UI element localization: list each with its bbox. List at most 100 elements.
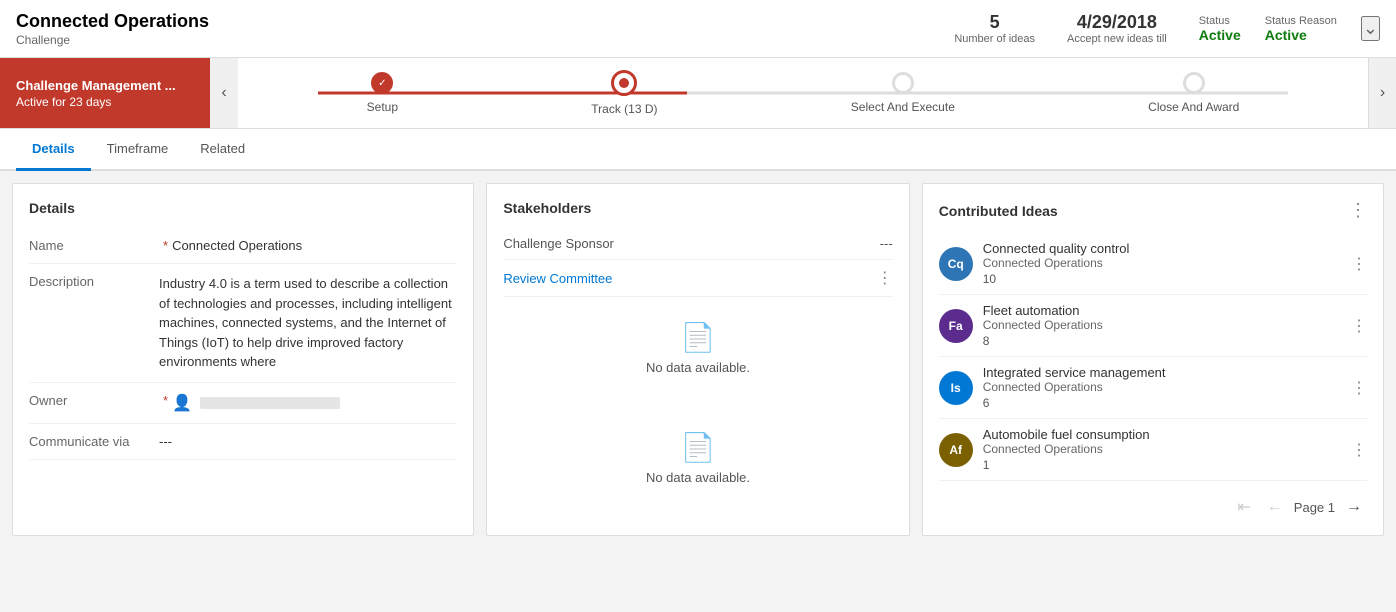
date-value: 4/29/2018 bbox=[1067, 12, 1167, 33]
idea-info: Connected quality control Connected Oper… bbox=[983, 241, 1341, 286]
sponsor-row: Challenge Sponsor --- bbox=[503, 228, 892, 260]
name-required-star: * bbox=[163, 238, 168, 253]
idea-title: Connected quality control bbox=[983, 241, 1341, 256]
idea-count: 10 bbox=[983, 272, 1341, 286]
status-reason-block: Status Reason Active bbox=[1265, 15, 1337, 43]
idea-avatar: Fa bbox=[939, 309, 973, 343]
idea-more-icon[interactable]: ⋮ bbox=[1351, 378, 1367, 398]
tab-details[interactable]: Details bbox=[16, 129, 91, 171]
idea-title: Integrated service management bbox=[983, 365, 1341, 380]
idea-more-icon[interactable]: ⋮ bbox=[1351, 440, 1367, 460]
step-circle-close bbox=[1183, 72, 1205, 94]
idea-more-icon[interactable]: ⋮ bbox=[1351, 254, 1367, 274]
review-committee-link[interactable]: Review Committee bbox=[503, 271, 612, 286]
status-value: Active bbox=[1199, 27, 1241, 43]
pagination-next-button[interactable]: → bbox=[1341, 496, 1367, 518]
app-title: Connected Operations bbox=[16, 11, 209, 32]
field-row-name: Name * Connected Operations bbox=[29, 228, 457, 264]
checkmark-icon: ✓ bbox=[378, 78, 386, 89]
progress-next-button[interactable]: › bbox=[1368, 58, 1396, 128]
idea-info: Fleet automation Connected Operations 8 bbox=[983, 303, 1341, 348]
ideas-count-label: Number of ideas bbox=[954, 33, 1035, 45]
field-row-communicate: Communicate via --- bbox=[29, 424, 457, 460]
list-item: Is Integrated service management Connect… bbox=[939, 357, 1367, 419]
idea-subtitle: Connected Operations bbox=[983, 442, 1341, 456]
progress-track: ✓ Setup Track (13 D) Select And Execute … bbox=[238, 58, 1368, 128]
stakeholders-card-title: Stakeholders bbox=[503, 200, 892, 216]
challenge-badge[interactable]: Challenge Management ... Active for 23 d… bbox=[0, 58, 210, 128]
idea-subtitle: Connected Operations bbox=[983, 380, 1341, 394]
details-card: Details Name * Connected Operations Desc… bbox=[12, 183, 474, 536]
stakeholders-card: Stakeholders Challenge Sponsor --- Revie… bbox=[486, 183, 909, 536]
ideas-card: Contributed Ideas ⋮ Cq Connected quality… bbox=[922, 183, 1384, 536]
idea-count: 6 bbox=[983, 396, 1341, 410]
tab-timeframe[interactable]: Timeframe bbox=[91, 129, 185, 171]
idea-info: Integrated service management Connected … bbox=[983, 365, 1341, 410]
owner-blur bbox=[200, 397, 340, 409]
date-stat: 4/29/2018 Accept new ideas till bbox=[1067, 12, 1167, 45]
step-label-select: Select And Execute bbox=[851, 100, 955, 114]
name-value: Connected Operations bbox=[172, 238, 457, 253]
review-committee-no-data: 📄 No data available. bbox=[503, 297, 892, 399]
status-reason-value: Active bbox=[1265, 27, 1337, 43]
person-icon: 👤 bbox=[172, 393, 192, 413]
header-status-block: Status Active Status Reason Active ⌄ bbox=[1199, 15, 1380, 43]
sponsor-value: --- bbox=[880, 236, 893, 251]
tab-related[interactable]: Related bbox=[184, 129, 261, 171]
details-card-title: Details bbox=[29, 200, 457, 216]
stakeholders-no-data: 📄 No data available. bbox=[503, 407, 892, 509]
header-title-block: Connected Operations Challenge bbox=[16, 11, 209, 47]
description-label: Description bbox=[29, 274, 159, 289]
description-value: Industry 4.0 is a term used to describe … bbox=[159, 274, 457, 372]
idea-title: Fleet automation bbox=[983, 303, 1341, 318]
step-circle-track bbox=[611, 70, 637, 96]
idea-subtitle: Connected Operations bbox=[983, 318, 1341, 332]
idea-avatar: Is bbox=[939, 371, 973, 405]
status-block: Status Active bbox=[1199, 15, 1241, 43]
app-header: Connected Operations Challenge 5 Number … bbox=[0, 0, 1396, 58]
name-label: Name bbox=[29, 238, 159, 253]
no-data-doc-icon2: 📄 bbox=[681, 431, 716, 464]
idea-subtitle: Connected Operations bbox=[983, 256, 1341, 270]
step-label-track: Track (13 D) bbox=[591, 102, 657, 116]
ideas-count-value: 5 bbox=[954, 12, 1035, 33]
header-stats: 5 Number of ideas 4/29/2018 Accept new i… bbox=[954, 12, 1380, 45]
ideas-list: Cq Connected quality control Connected O… bbox=[939, 233, 1367, 481]
field-row-owner: Owner * 👤 bbox=[29, 383, 457, 424]
app-subtitle: Challenge bbox=[16, 33, 70, 47]
badge-days: Active for 23 days bbox=[16, 95, 194, 109]
progress-section: Challenge Management ... Active for 23 d… bbox=[0, 58, 1396, 129]
pagination-page-label: Page 1 bbox=[1294, 500, 1335, 515]
idea-count: 8 bbox=[983, 334, 1341, 348]
idea-avatar: Cq bbox=[939, 247, 973, 281]
idea-more-icon[interactable]: ⋮ bbox=[1351, 316, 1367, 336]
owner-row: 👤 bbox=[172, 393, 457, 413]
pagination-prev-button[interactable]: ← bbox=[1262, 496, 1288, 518]
ideas-card-title: Contributed Ideas bbox=[939, 203, 1058, 219]
ideas-card-header: Contributed Ideas ⋮ bbox=[939, 200, 1367, 221]
step-close: Close And Award bbox=[1148, 72, 1239, 114]
step-setup: ✓ Setup bbox=[367, 72, 398, 114]
progress-line bbox=[318, 92, 1288, 95]
tab-bar: Details Timeframe Related bbox=[0, 129, 1396, 171]
idea-info: Automobile fuel consumption Connected Op… bbox=[983, 427, 1341, 472]
idea-avatar: Af bbox=[939, 433, 973, 467]
review-committee-more-icon[interactable]: ⋮ bbox=[877, 268, 893, 288]
date-label: Accept new ideas till bbox=[1067, 33, 1167, 45]
idea-title: Automobile fuel consumption bbox=[983, 427, 1341, 442]
progress-prev-button[interactable]: ‹ bbox=[210, 58, 238, 128]
ideas-more-icon[interactable]: ⋮ bbox=[1349, 200, 1367, 221]
ideas-count-stat: 5 Number of ideas bbox=[954, 12, 1035, 45]
review-committee-row: Review Committee ⋮ bbox=[503, 260, 892, 297]
ideas-pagination: ⇤ ← Page 1 → bbox=[939, 485, 1367, 519]
step-circle-setup: ✓ bbox=[371, 72, 393, 94]
pagination-first-button[interactable]: ⇤ bbox=[1232, 495, 1255, 519]
badge-title: Challenge Management ... bbox=[16, 78, 194, 93]
step-circle-select bbox=[892, 72, 914, 94]
idea-count: 1 bbox=[983, 458, 1341, 472]
step-track: Track (13 D) bbox=[591, 70, 657, 116]
communicate-label: Communicate via bbox=[29, 434, 159, 449]
stakeholders-no-data-text: No data available. bbox=[646, 470, 750, 485]
review-committee-no-data-text: No data available. bbox=[646, 360, 750, 375]
chevron-down-icon[interactable]: ⌄ bbox=[1361, 16, 1380, 41]
